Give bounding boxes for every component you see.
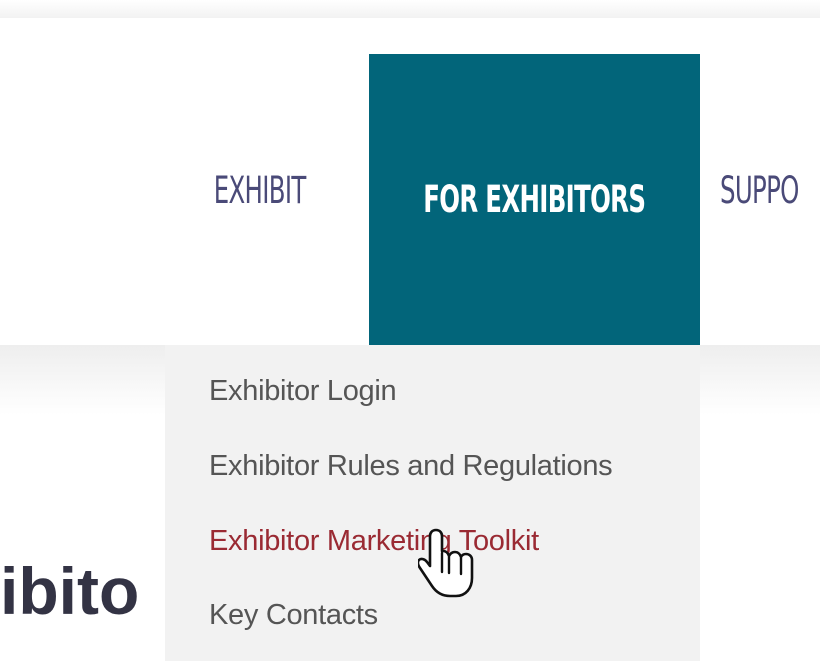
nav-item-exhibit[interactable]: EXHIBIT <box>180 36 340 345</box>
page-title: ibito <box>0 554 140 628</box>
menu-item-exhibitor-login[interactable]: Exhibitor Login <box>209 375 397 408</box>
menu-item-key-contacts[interactable]: Key Contacts <box>209 599 378 632</box>
for-exhibitors-dropdown-menu: Exhibitor Login Exhibitor Rules and Regu… <box>165 345 700 661</box>
top-bar <box>0 0 820 18</box>
menu-item-exhibitor-marketing-toolkit[interactable]: Exhibitor Marketing Toolkit <box>209 525 539 558</box>
menu-item-exhibitor-rules-and-regulations[interactable]: Exhibitor Rules and Regulations <box>209 450 613 483</box>
nav-item-for-exhibitors[interactable]: FOR EXHIBITORS <box>369 54 700 345</box>
nav-item-label: SUPPO <box>720 169 799 212</box>
browser-viewport: EXHIBIT FOR EXHIBITORS SUPPO ibito Exhib… <box>0 0 820 661</box>
nav-item-label: EXHIBIT <box>214 169 307 212</box>
nav-item-support[interactable]: SUPPO <box>720 36 820 345</box>
hand-pointer-icon <box>418 528 474 598</box>
nav-item-label: FOR EXHIBITORS <box>423 178 646 221</box>
